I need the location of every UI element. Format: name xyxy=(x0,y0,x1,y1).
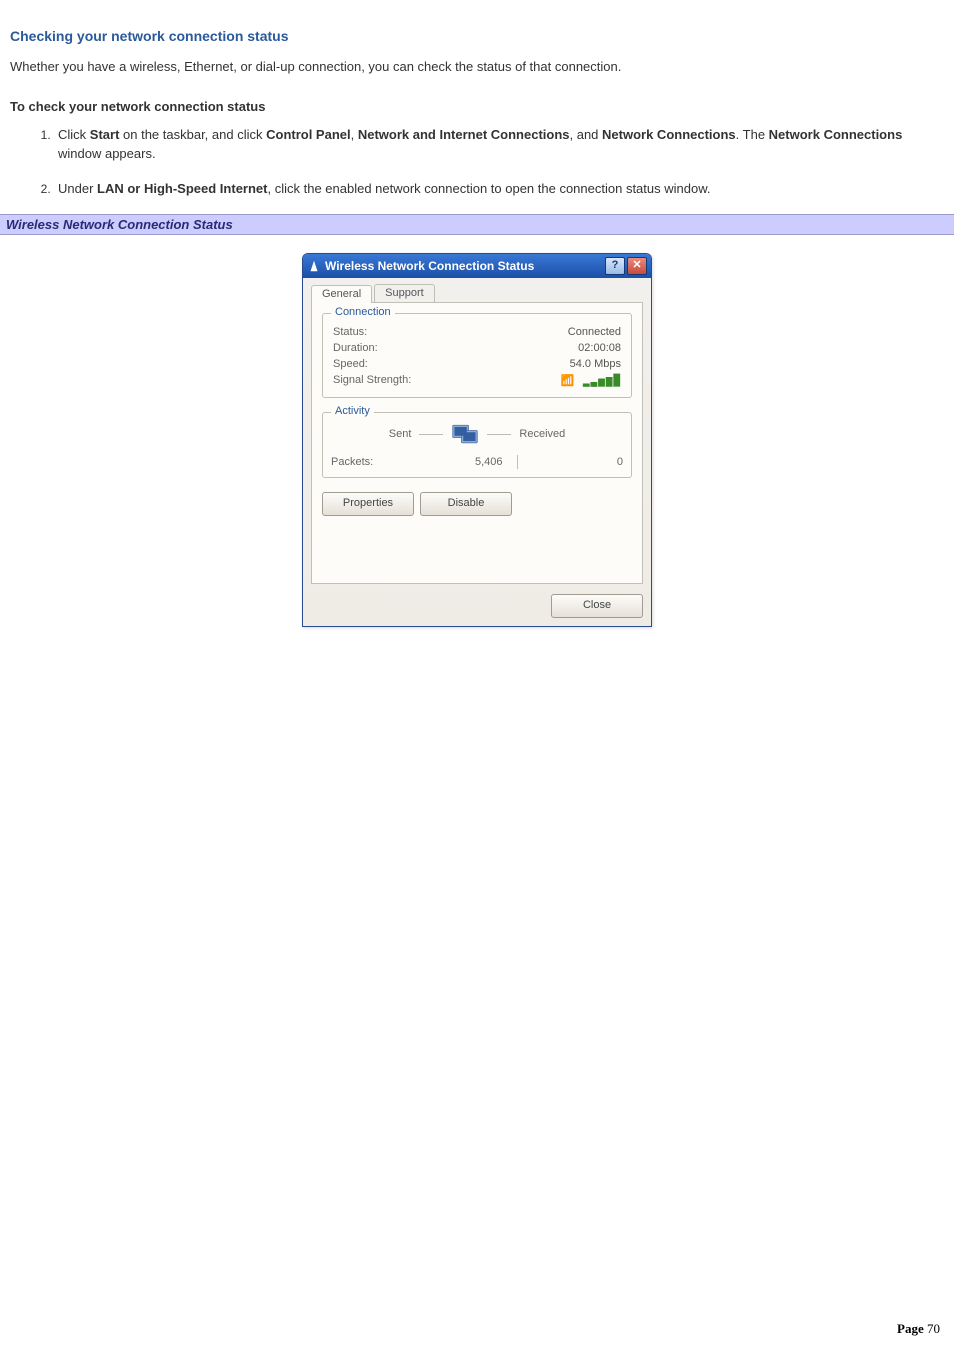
signal-bars: ▂▃▅▆█ xyxy=(583,374,621,387)
dialog-title: Wireless Network Connection Status xyxy=(325,259,603,273)
step-1: Click Start on the taskbar, and click Co… xyxy=(54,126,944,164)
divider-right xyxy=(487,434,511,435)
t: window appears. xyxy=(58,146,156,161)
bold-network-connections-2: Network Connections xyxy=(769,127,903,142)
row-packets: Packets: 5,406 0 xyxy=(331,455,623,469)
received-label: Received xyxy=(519,428,565,440)
value-signal: 📶 ▂▃▅▆█ xyxy=(561,374,621,387)
value-packets-sent: 5,406 xyxy=(411,456,503,468)
label-signal: Signal Strength: xyxy=(333,374,411,387)
dialog-body: General Support Connection Status: Conne… xyxy=(303,278,651,626)
steps-list: Click Start on the taskbar, and click Co… xyxy=(10,126,944,199)
procedure-heading: To check your network connection status xyxy=(10,99,944,114)
bold-network-internet: Network and Internet Connections xyxy=(358,127,570,142)
vertical-separator xyxy=(517,455,518,469)
section-title: Checking your network connection status xyxy=(10,28,944,44)
tab-support[interactable]: Support xyxy=(374,284,435,302)
t: , and xyxy=(570,127,603,142)
value-packets-received: 0 xyxy=(532,456,624,468)
step-1-text: Click xyxy=(58,127,90,142)
tab-strip: General Support xyxy=(311,284,643,303)
row-speed: Speed: 54.0 Mbps xyxy=(331,356,623,372)
t: , click the enabled network connection t… xyxy=(267,181,710,196)
group-activity-legend: Activity xyxy=(331,405,374,417)
row-duration: Duration: 02:00:08 xyxy=(331,340,623,356)
page-number: Page 70 xyxy=(897,1321,940,1337)
wireless-icon xyxy=(307,259,321,273)
dialog-container: Wireless Network Connection Status ? ✕ G… xyxy=(10,253,944,627)
value-status: Connected xyxy=(568,326,621,338)
group-activity: Activity Sent xyxy=(322,412,632,478)
t: . The xyxy=(736,127,769,142)
bold-control-panel: Control Panel xyxy=(266,127,351,142)
value-speed: 54.0 Mbps xyxy=(570,358,621,370)
close-row: Close xyxy=(311,594,643,618)
sent-label: Sent xyxy=(389,428,412,440)
label-status: Status: xyxy=(333,326,367,338)
divider-left xyxy=(419,434,443,435)
label-packets: Packets: xyxy=(331,456,411,468)
button-row: Properties Disable xyxy=(322,492,632,516)
label-duration: Duration: xyxy=(333,342,378,354)
row-signal: Signal Strength: 📶 ▂▃▅▆█ xyxy=(331,372,623,389)
page-number-label: Page xyxy=(897,1321,927,1336)
t: Under xyxy=(58,181,97,196)
label-speed: Speed: xyxy=(333,358,368,370)
bold-network-connections: Network Connections xyxy=(602,127,736,142)
figure-caption: Wireless Network Connection Status xyxy=(0,214,954,235)
help-button[interactable]: ? xyxy=(605,257,625,275)
page-number-value: 70 xyxy=(927,1321,940,1336)
row-status: Status: Connected xyxy=(331,324,623,340)
group-connection-legend: Connection xyxy=(331,306,395,318)
close-button[interactable]: Close xyxy=(551,594,643,618)
intro-paragraph: Whether you have a wireless, Ethernet, o… xyxy=(10,58,944,77)
titlebar[interactable]: Wireless Network Connection Status ? ✕ xyxy=(303,254,651,278)
properties-button[interactable]: Properties xyxy=(322,492,414,516)
bold-start: Start xyxy=(90,127,120,142)
bold-lan-highspeed: LAN or High-Speed Internet xyxy=(97,181,267,196)
wireless-status-dialog: Wireless Network Connection Status ? ✕ G… xyxy=(302,253,652,627)
tab-page-general: Connection Status: Connected Duration: 0… xyxy=(311,302,643,584)
tab-general[interactable]: General xyxy=(311,285,372,303)
t: on the taskbar, and click xyxy=(119,127,266,142)
close-icon[interactable]: ✕ xyxy=(627,257,647,275)
group-connection: Connection Status: Connected Duration: 0… xyxy=(322,313,632,398)
activity-header: Sent Received xyxy=(331,423,623,445)
disable-button[interactable]: Disable xyxy=(420,492,512,516)
step-2: Under LAN or High-Speed Internet, click … xyxy=(54,180,944,199)
signal-icon: 📶 xyxy=(561,374,576,387)
monitor-icon xyxy=(451,423,479,445)
t: , xyxy=(351,127,358,142)
value-duration: 02:00:08 xyxy=(578,342,621,354)
